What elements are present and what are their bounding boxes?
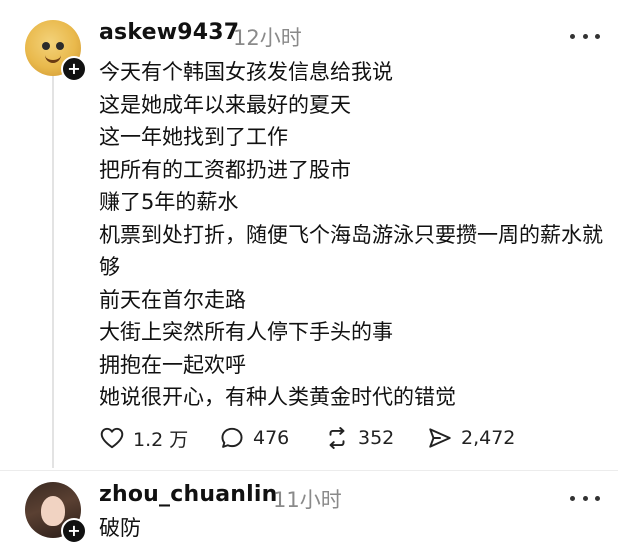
post-line: 这是她成年以来最好的夏天 xyxy=(99,92,351,117)
repost-count: 352 xyxy=(358,427,395,449)
reply-author-avatar[interactable]: + xyxy=(25,482,87,544)
post-line: 拥抱在一起欢呼 xyxy=(99,352,246,377)
post-username[interactable]: askew9437 xyxy=(99,20,239,45)
post-line: 大街上突然所有人停下手头的事 xyxy=(99,320,393,344)
post-line: 她说很开心，有种人类黄金时代的错觉 xyxy=(99,385,456,409)
send-paper-plane-icon xyxy=(429,428,451,448)
thread-line xyxy=(52,76,54,468)
post-line: 赚了5年的薪水 xyxy=(99,190,239,214)
post-line: 前天在首尔走路 xyxy=(99,287,246,312)
post-line: 机票到处打折，随便飞个海岛游泳只要攒一周的薪水就够 xyxy=(99,222,603,280)
divider xyxy=(0,470,618,471)
share-count: 2,472 xyxy=(461,427,516,449)
post-actions: 1.2 万 476 352 2,472 xyxy=(99,420,599,456)
more-dots-icon[interactable] xyxy=(570,488,600,508)
reply-count: 476 xyxy=(253,427,290,449)
reply-text: 破防 xyxy=(99,516,141,540)
reply-username[interactable]: zhou_chuanlin xyxy=(99,482,277,507)
like-count: 1.2 万 xyxy=(133,428,189,451)
repost-button[interactable]: 352 xyxy=(324,420,394,456)
post-timestamp: 12小时 xyxy=(233,26,302,50)
more-dots-icon[interactable] xyxy=(570,26,600,46)
avatar-eye xyxy=(42,42,50,50)
comment-bubble-icon xyxy=(221,427,243,448)
repost-arrows-icon xyxy=(329,427,345,449)
like-button[interactable]: 1.2 万 xyxy=(99,420,188,456)
follow-plus-icon[interactable]: + xyxy=(61,56,87,82)
post-line: 这一年她找到了工作 xyxy=(99,125,288,149)
post-line: 把所有的工资都扔进了股市 xyxy=(99,157,351,182)
heart-icon xyxy=(100,427,124,449)
share-button[interactable]: 2,472 xyxy=(427,420,515,456)
post-body: 今天有个韩国女孩发信息给我说 这是她成年以来最好的夏天 这一年她找到了工作 把所… xyxy=(99,56,604,414)
reply-timestamp: 11小时 xyxy=(273,488,342,512)
follow-plus-icon[interactable]: + xyxy=(61,518,87,544)
avatar-face xyxy=(41,496,65,526)
reply-button[interactable]: 476 xyxy=(219,420,289,456)
avatar-eye xyxy=(56,42,64,50)
post-author-avatar[interactable]: + xyxy=(25,20,87,82)
post-line: 今天有个韩国女孩发信息给我说 xyxy=(99,60,393,84)
avatar-mouth xyxy=(45,53,61,63)
